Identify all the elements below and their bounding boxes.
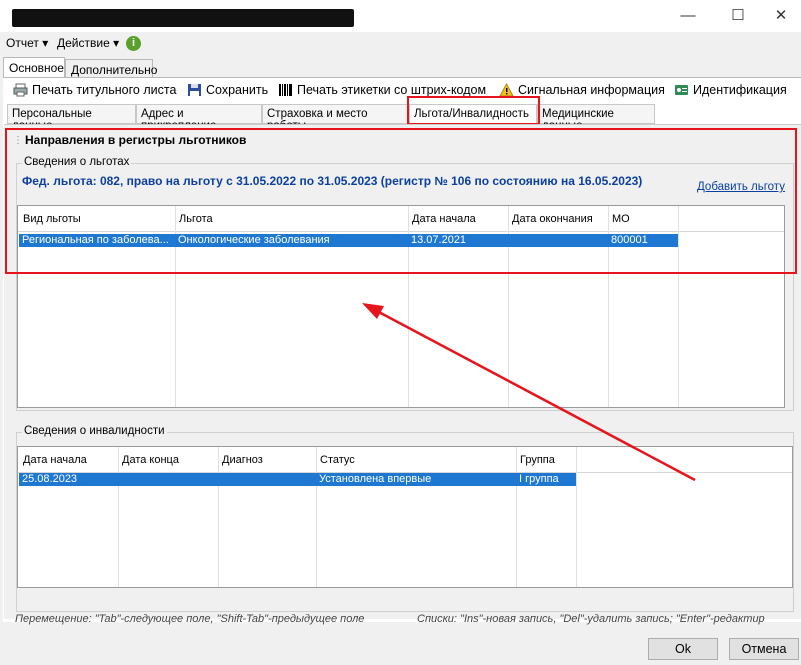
ok-button[interactable]: Ok bbox=[648, 638, 718, 660]
status-list-hint: Списки: "Ins"-новая запись, "Del"-удалит… bbox=[417, 613, 765, 625]
status-navigation-hint: Перемещение: "Tab"-следующее поле, "Shif… bbox=[15, 613, 365, 625]
annotation-arrow bbox=[362, 303, 696, 482]
cancel-button[interactable]: Отмена bbox=[729, 638, 799, 660]
